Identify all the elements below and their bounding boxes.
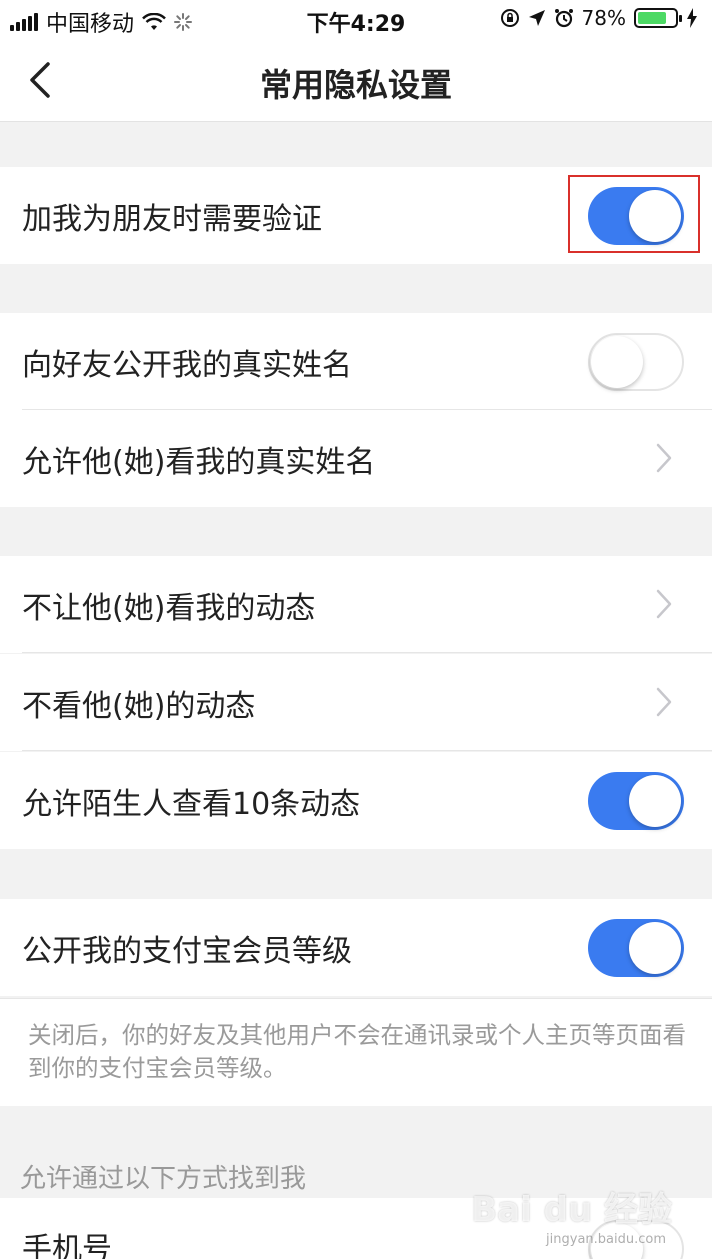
setting-label: 允许陌生人查看10条动态 [22,787,361,822]
page-title: 常用隐私设置 [259,66,452,104]
chevron-right-icon [656,443,672,473]
battery-icon [634,8,682,28]
stranger-feed-toggle[interactable] [588,772,684,830]
member-level-note: 关闭后，你的好友及其他用户不会在通讯录或个人主页等页面看到你的支付宝会员等级。 [0,998,712,1106]
chevron-right-icon [656,589,672,619]
note-text: 关闭后，你的好友及其他用户不会在通讯录或个人主页等页面看到你的支付宝会员等级。 [28,1021,686,1082]
battery-percent: 78% [581,6,626,30]
member-level-toggle[interactable] [588,919,684,977]
highlight-box [568,175,700,253]
setting-row-show-real-name: 向好友公开我的真实姓名 [0,313,712,410]
setting-label: 向好友公开我的真实姓名 [22,348,352,383]
status-right: 78% [500,6,698,30]
charging-icon [687,8,697,28]
battery-fill [638,12,667,24]
location-icon [528,10,545,26]
toggle-knob [629,922,681,974]
divider [22,750,712,751]
setting-label: 加我为朋友时需要验证 [22,202,322,237]
chevron-right-icon [656,687,672,717]
setting-label: 不看他(她)的动态 [22,689,256,724]
watermark-site: jingyan.baidu.com [546,1232,666,1247]
setting-row-allow-see-real-name[interactable]: 允许他(她)看我的真实姓名 [0,410,712,507]
orientation-lock-icon [500,9,519,27]
section-header-find-me: 允许通过以下方式找到我 [20,1164,307,1194]
setting-row-member-level: 公开我的支付宝会员等级 [0,899,712,996]
toggle-knob [629,775,681,827]
setting-row-stranger-feed: 允许陌生人查看10条动态 [0,752,712,849]
show-real-name-toggle[interactable] [588,333,684,391]
nav-bar: 常用隐私设置 [0,40,712,122]
setting-row-hide-my-feed[interactable]: 不让他(她)看我的动态 [0,556,712,653]
setting-label: 允许他(她)看我的真实姓名 [22,445,376,480]
setting-row-hide-their-feed[interactable]: 不看他(她)的动态 [0,654,712,751]
setting-label: 手机号 [22,1232,112,1259]
status-bar: 中国移动 下午4:29 78% [0,0,712,40]
divider [22,652,712,653]
alarm-icon [554,9,573,28]
toggle-knob [591,336,643,388]
watermark-logo: Bai du 经验 [471,1190,672,1230]
setting-label: 不让他(她)看我的动态 [22,591,316,626]
setting-label: 公开我的支付宝会员等级 [22,934,352,969]
